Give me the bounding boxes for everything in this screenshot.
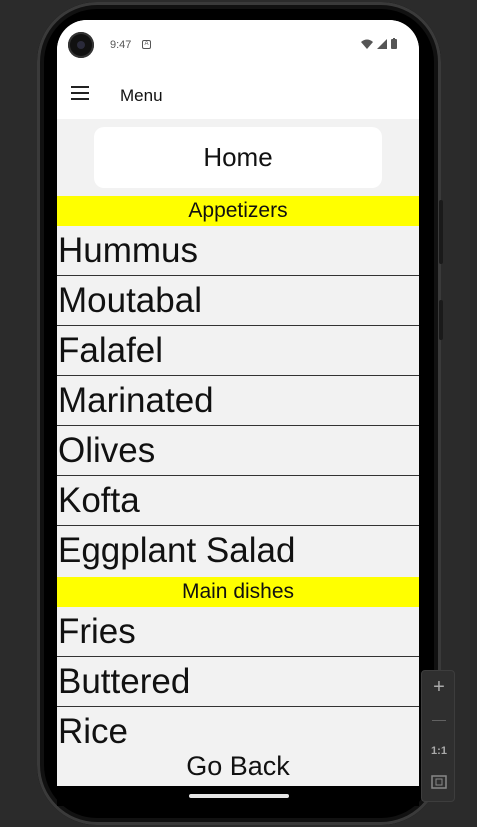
zoom-in-button[interactable]: +: [422, 671, 456, 703]
list-item[interactable]: Falafel: [57, 326, 419, 376]
battery-icon: [391, 38, 397, 49]
list-item[interactable]: Kofta: [57, 476, 419, 526]
main-dishes-list: Fries Buttered Rice: [57, 607, 419, 747]
wifi-icon: [361, 39, 373, 49]
actual-size-button[interactable]: 1:1: [422, 735, 456, 767]
list-item[interactable]: Olives: [57, 426, 419, 476]
fit-screen-icon[interactable]: [422, 767, 456, 799]
emulator-zoom-panel: + — 1:1: [421, 670, 455, 802]
list-item[interactable]: Marinated: [57, 376, 419, 426]
home-indicator[interactable]: [189, 794, 289, 798]
hamburger-icon[interactable]: [71, 86, 89, 100]
home-button[interactable]: Home: [94, 127, 382, 188]
zoom-out-button[interactable]: —: [422, 703, 456, 735]
volume-button: [439, 200, 443, 264]
scroll-content[interactable]: 9:47 A Menu Home Appetizers Hummus Mouta…: [57, 20, 419, 747]
list-item[interactable]: Buttered: [57, 657, 419, 707]
section-header-appetizers: Appetizers: [57, 196, 419, 226]
device-screen: 9:47 A Menu Home Appetizers Hummus Mouta…: [57, 20, 419, 786]
appetizers-list: Hummus Moutabal Falafel Marinated Olives…: [57, 226, 419, 576]
status-icons: [361, 38, 397, 49]
list-item[interactable]: Fries: [57, 607, 419, 657]
status-time: 9:47: [110, 39, 132, 51]
status-bar: 9:47 A: [57, 20, 419, 72]
signal-icon: [377, 38, 387, 49]
section-header-main-dishes: Main dishes: [57, 577, 419, 607]
app-bar: Menu: [57, 72, 419, 119]
list-item[interactable]: Hummus: [57, 226, 419, 276]
go-back-button[interactable]: Go Back: [57, 747, 419, 786]
list-item[interactable]: Eggplant Salad: [57, 526, 419, 576]
list-item[interactable]: Moutabal: [57, 276, 419, 326]
app-bar-title: Menu: [120, 86, 163, 105]
power-button: [439, 300, 443, 340]
notification-icon: A: [142, 40, 151, 49]
list-item[interactable]: Rice: [57, 707, 419, 747]
front-camera: [68, 32, 94, 58]
